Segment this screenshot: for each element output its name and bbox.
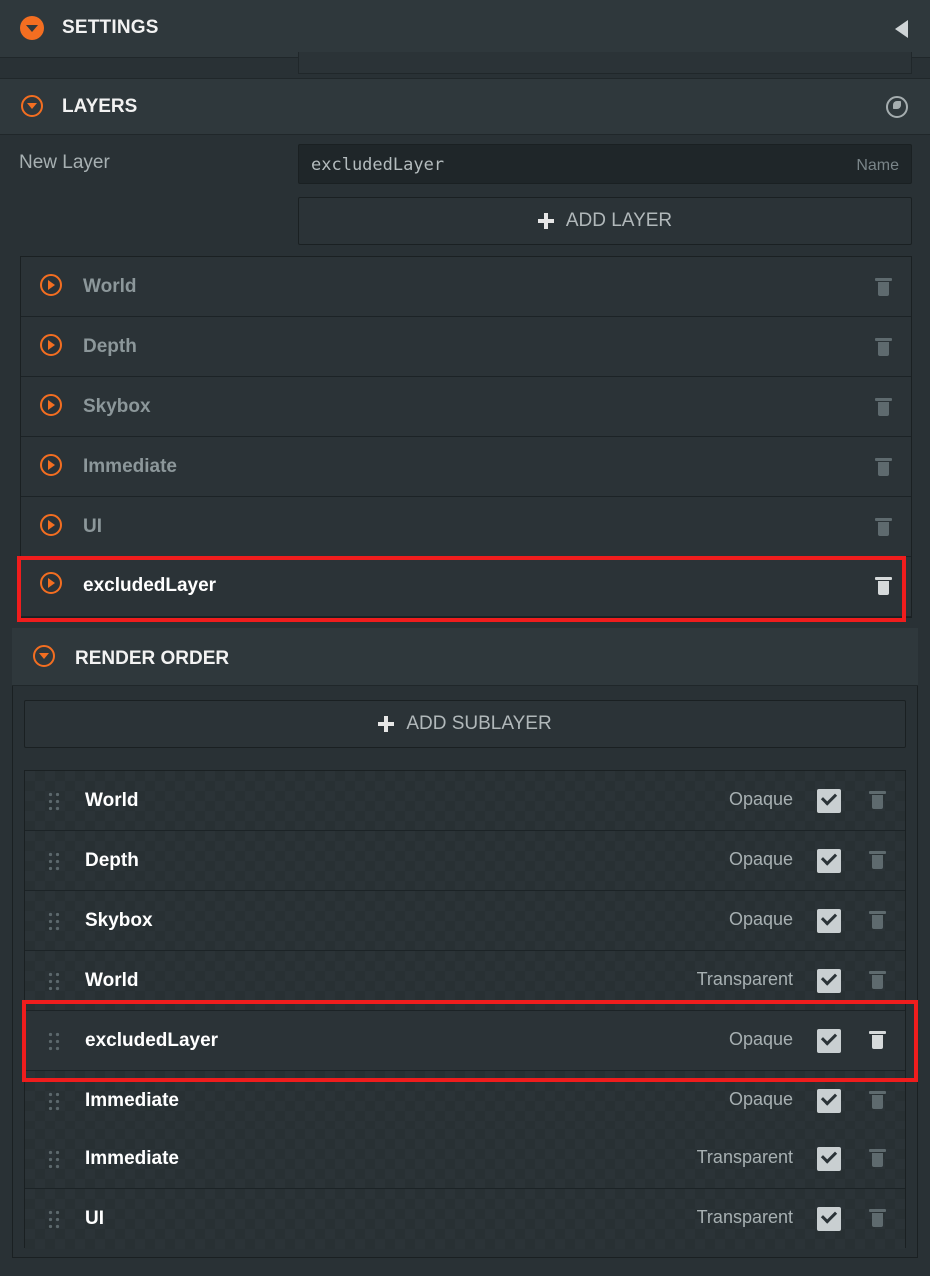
sublayer-item[interactable]: UI Transparent	[25, 1189, 905, 1249]
sublayer-enabled-checkbox[interactable]	[817, 1207, 841, 1231]
highlight-box-layer	[17, 556, 906, 622]
panel-collapse-arrow-icon[interactable]	[895, 20, 908, 38]
sublayer-item[interactable]: Skybox Opaque	[25, 891, 905, 951]
expand-icon[interactable]	[40, 274, 62, 296]
trash-icon[interactable]	[869, 1149, 886, 1167]
layers-collapse-icon[interactable]	[21, 95, 43, 117]
drag-handle-icon[interactable]	[47, 1091, 61, 1113]
settings-header[interactable]: SETTINGS	[0, 0, 930, 58]
sublayer-mode: Opaque	[728, 789, 793, 809]
sublayer-name: Depth	[85, 850, 139, 871]
new-layer-name-input[interactable]: excludedLayer Name	[298, 144, 912, 184]
sublayer-name: Immediate	[85, 1090, 179, 1111]
new-layer-input-placeholder: Name	[856, 157, 899, 174]
layers-title: LAYERS	[62, 96, 138, 117]
sublayer-name: UI	[85, 1208, 104, 1229]
layer-item-skybox[interactable]: Skybox	[21, 377, 911, 437]
drag-handle-icon[interactable]	[47, 791, 61, 813]
trash-icon[interactable]	[869, 1091, 886, 1109]
sublayer-enabled-checkbox[interactable]	[817, 1089, 841, 1113]
expand-icon[interactable]	[40, 514, 62, 536]
add-layer-button-label: ADD LAYER	[565, 210, 673, 231]
settings-title: SETTINGS	[62, 17, 159, 38]
drag-handle-icon[interactable]	[47, 971, 61, 993]
trash-icon[interactable]	[869, 911, 886, 929]
settings-partial-field	[298, 52, 912, 74]
sublayer-item[interactable]: World Opaque	[25, 771, 905, 831]
layer-item-name: Immediate	[83, 456, 177, 477]
trash-icon[interactable]	[869, 1209, 886, 1227]
expand-icon[interactable]	[40, 334, 62, 356]
sublayer-enabled-checkbox[interactable]	[817, 1147, 841, 1171]
layer-item-immediate[interactable]: Immediate	[21, 437, 911, 497]
trash-icon[interactable]	[869, 851, 886, 869]
plus-icon	[537, 213, 554, 229]
sublayer-enabled-checkbox[interactable]	[817, 849, 841, 873]
layer-item-ui[interactable]: UI	[21, 497, 911, 557]
sublayer-mode: Opaque	[728, 909, 793, 929]
render-order-collapse-icon[interactable]	[33, 645, 55, 667]
trash-icon[interactable]	[869, 971, 886, 989]
highlight-box-sublayer	[22, 1000, 918, 1082]
sublayer-item[interactable]: Depth Opaque	[25, 831, 905, 891]
layer-item-name: Depth	[83, 336, 137, 357]
layer-item-name: Skybox	[83, 396, 151, 417]
settings-collapse-icon[interactable]	[20, 16, 44, 40]
sublayer-mode: Opaque	[728, 1089, 793, 1109]
trash-icon[interactable]	[875, 398, 892, 416]
sublayer-mode: Transparent	[696, 1147, 793, 1167]
sublayer-name: Immediate	[85, 1148, 179, 1169]
drag-handle-icon[interactable]	[47, 851, 61, 873]
layer-item-world[interactable]: World	[21, 257, 911, 317]
trash-icon[interactable]	[875, 338, 892, 356]
add-sublayer-button-label: ADD SUBLAYER	[406, 713, 552, 734]
sublayer-mode: Opaque	[728, 849, 793, 869]
drag-handle-icon[interactable]	[47, 911, 61, 933]
expand-icon[interactable]	[40, 454, 62, 476]
layer-item-depth[interactable]: Depth	[21, 317, 911, 377]
layer-item-name: UI	[83, 516, 102, 537]
trash-icon[interactable]	[875, 458, 892, 476]
sublayer-enabled-checkbox[interactable]	[817, 969, 841, 993]
sublayer-name: World	[85, 790, 139, 811]
layers-header[interactable]: LAYERS	[0, 78, 930, 135]
drag-handle-icon[interactable]	[47, 1209, 61, 1231]
new-layer-input-value: excludedLayer	[311, 155, 445, 175]
add-sublayer-button[interactable]: ADD SUBLAYER	[24, 700, 906, 748]
globe-icon[interactable]	[886, 96, 908, 118]
drag-handle-icon[interactable]	[47, 1149, 61, 1171]
sublayer-enabled-checkbox[interactable]	[817, 789, 841, 813]
sublayer-item[interactable]: Immediate Transparent	[25, 1129, 905, 1189]
sublayer-name: World	[85, 970, 139, 991]
trash-icon[interactable]	[875, 278, 892, 296]
sublayer-mode: Transparent	[696, 969, 793, 989]
plus-icon	[378, 716, 395, 732]
render-order-title: RENDER ORDER	[75, 648, 230, 669]
trash-icon[interactable]	[869, 791, 886, 809]
render-order-header[interactable]: RENDER ORDER	[12, 628, 918, 686]
sublayer-name: Skybox	[85, 910, 153, 931]
new-layer-label: New Layer	[19, 152, 110, 173]
expand-icon[interactable]	[40, 394, 62, 416]
layer-item-name: World	[83, 276, 137, 297]
sublayer-enabled-checkbox[interactable]	[817, 909, 841, 933]
sublayer-mode: Transparent	[696, 1207, 793, 1227]
trash-icon[interactable]	[875, 518, 892, 536]
add-layer-button[interactable]: ADD LAYER	[298, 197, 912, 245]
